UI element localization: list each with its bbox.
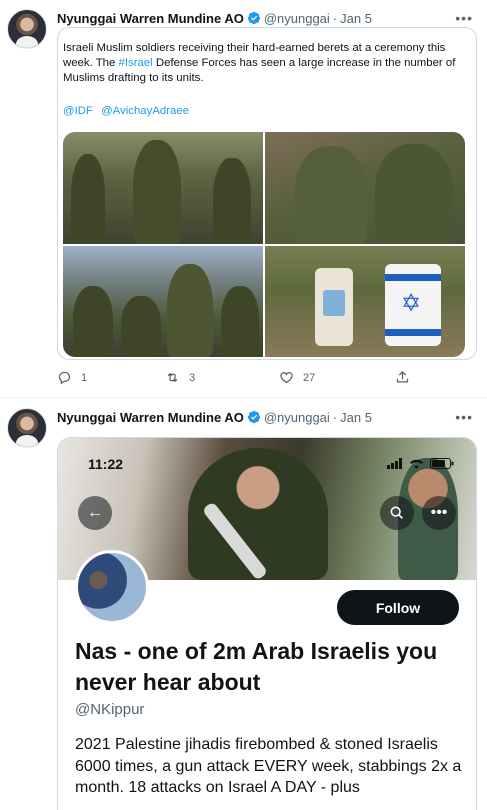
retweet-count: 3 <box>189 371 196 384</box>
attached-screenshot[interactable]: 11:22 ← ••• Follow Nas - one of 2m Arab … <box>57 437 477 810</box>
share-button[interactable] <box>395 370 419 385</box>
photo-grid[interactable]: ✡ <box>63 132 465 357</box>
like-count: 27 <box>303 371 316 384</box>
status-time: 11:22 <box>88 456 124 472</box>
separator-dot: · <box>332 409 338 425</box>
more-icon[interactable]: ••• <box>455 10 473 26</box>
mention-link[interactable]: @IDF <box>63 105 93 117</box>
photo-soldiers-line[interactable] <box>63 132 263 244</box>
tweet-date[interactable]: Jan 5 <box>340 410 372 425</box>
tweet[interactable]: Nyunggai Warren Mundine AO @nyunggai · J… <box>0 0 487 398</box>
author-handle[interactable]: @nyunggai <box>264 410 330 425</box>
tweet-date[interactable]: Jan 5 <box>340 11 372 26</box>
wifi-icon <box>410 459 423 469</box>
tweet-actions: 1 3 27 <box>57 370 417 388</box>
reply-button[interactable]: 1 <box>57 370 87 385</box>
profile-handle: @NKippur <box>75 701 145 718</box>
like-button[interactable]: 27 <box>279 370 315 385</box>
retweet-icon <box>167 372 178 383</box>
hashtag-link[interactable]: #Israel <box>119 57 153 69</box>
author-name[interactable]: Nyunggai Warren Mundine AO <box>57 410 244 425</box>
more-icon[interactable]: ••• <box>455 409 473 425</box>
verified-icon <box>247 11 260 25</box>
author-name[interactable]: Nyunggai Warren Mundine AO <box>57 11 244 26</box>
profile-name: Nas - one of 2m Arab Israelis you never … <box>75 638 438 695</box>
reply-icon <box>58 371 71 385</box>
tweet[interactable]: Nyunggai Warren Mundine AO @nyunggai · J… <box>0 399 487 810</box>
author-avatar[interactable] <box>7 408 47 448</box>
profile-avatar[interactable] <box>75 550 149 624</box>
mention-link[interactable]: @AvichayAdraee <box>101 105 189 117</box>
like-icon <box>280 372 293 384</box>
share-icon <box>396 370 409 383</box>
mentions: @IDF @AvichayAdraee <box>63 105 194 117</box>
separator-dot: · <box>332 10 338 26</box>
author-avatar[interactable] <box>7 9 47 49</box>
retweet-button[interactable]: 3 <box>165 370 195 385</box>
photo-soldiers-tents[interactable] <box>63 246 263 357</box>
verified-icon <box>247 410 260 424</box>
photo-flags[interactable]: ✡ <box>265 246 465 357</box>
reply-count: 1 <box>81 371 88 384</box>
back-arrow-icon[interactable]: ← <box>78 496 112 530</box>
tweet-text: Israeli Muslim soldiers receiving their … <box>63 41 468 86</box>
more-options-icon[interactable]: ••• <box>422 496 456 530</box>
tweet-header: Nyunggai Warren Mundine AO @nyunggai · J… <box>57 9 473 27</box>
photo-two-soldiers[interactable] <box>265 132 465 244</box>
profile-bio: 2021 Palestine jihadis firebombed & ston… <box>75 736 462 796</box>
author-handle[interactable]: @nyunggai <box>264 11 330 26</box>
signal-icon <box>387 458 402 469</box>
follow-button[interactable]: Follow <box>337 590 459 625</box>
status-bar-icons <box>387 458 454 469</box>
tweet-header: Nyunggai Warren Mundine AO @nyunggai · J… <box>57 408 473 426</box>
battery-icon <box>430 458 454 469</box>
search-icon[interactable] <box>380 496 414 530</box>
